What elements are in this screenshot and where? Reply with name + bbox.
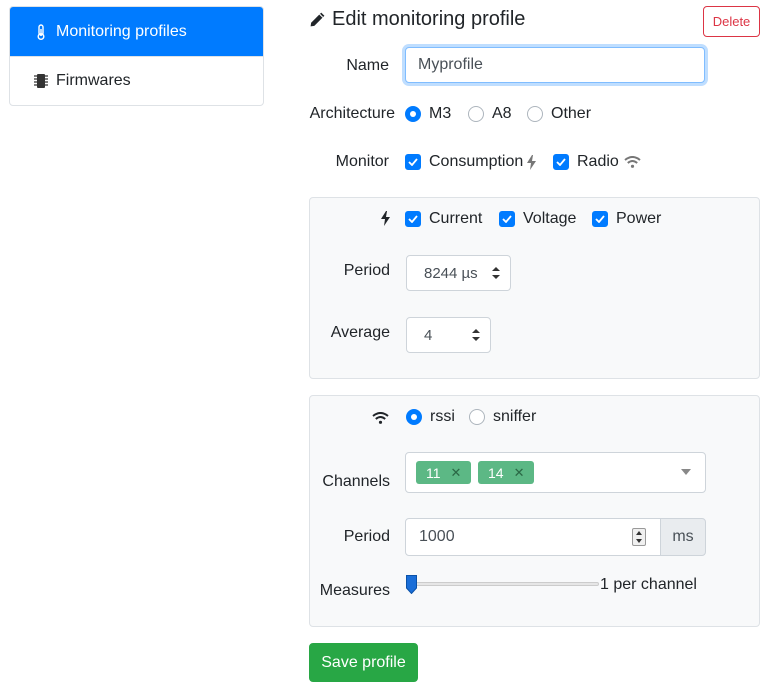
period-unit-addon: ms [660,518,706,556]
average-select[interactable]: 4 [406,317,491,353]
bolt-icon [381,211,390,231]
mode-radio-rssi[interactable]: rssi [406,408,455,426]
checkbox-label: Power [616,210,662,227]
checkbox[interactable] [405,211,421,227]
wifi-icon [624,156,641,168]
radio-button[interactable] [405,106,421,122]
monitor-radio-checkbox[interactable]: Radio [553,153,641,171]
checkbox-label: Consumption [429,153,524,170]
channel-tag-label: 14 [488,464,504,481]
select-arrows-icon [492,266,500,284]
radio-label: A8 [492,105,512,122]
radio-label: M3 [429,105,452,122]
architecture-label: Architecture [309,105,395,122]
checkbox[interactable] [405,154,421,170]
remove-tag-icon[interactable]: ✕ [451,465,462,481]
wifi-icon [372,411,389,429]
pencil-icon [309,11,326,28]
measures-value: 1 per channel [600,576,697,593]
radio-label: rssi [430,408,455,425]
sidebar-item-label: Monitoring profiles [56,22,187,40]
architecture-radio-other[interactable]: Other [527,105,591,123]
radio-label: Other [551,105,592,122]
radio-label: sniffer [493,408,537,425]
select-value: 4 [424,326,433,344]
radio-period-input[interactable]: 1000 [405,518,661,556]
architecture-radio-a8[interactable]: A8 [468,105,512,123]
sidebar-item-firmwares[interactable]: Firmwares [10,56,263,105]
radio-button[interactable] [527,106,543,122]
checkbox-label: Current [429,210,483,227]
monitor-label: Monitor [335,153,389,170]
checkbox[interactable] [592,211,608,227]
checkbox-label: Radio [577,153,619,170]
sidebar: Monitoring profiles Firmwares [9,6,264,106]
sidebar-item-label: Firmwares [56,72,131,89]
channel-tag: 11 ✕ [416,461,472,484]
slider-thumb[interactable] [406,575,417,595]
select-arrows-icon [472,328,480,346]
channels-multiselect[interactable]: 11 ✕ 14 ✕ [405,452,706,493]
consumption-period-label: Period [343,262,390,279]
page-title-text: Edit monitoring profile [332,8,526,30]
checkbox[interactable] [553,154,569,170]
measures-slider-track[interactable] [409,582,599,586]
checkbox-label: Voltage [523,210,577,227]
channels-label: Channels [322,473,390,490]
input-value: 1000 [419,528,455,545]
channel-tag-label: 11 [426,464,441,481]
consumption-period-select[interactable]: 8244 µs [406,255,511,291]
radio-button[interactable] [469,409,485,425]
average-label: Average [330,324,390,341]
channel-tag: 14 ✕ [478,461,535,484]
thermometer-icon [32,23,50,40]
architecture-radio-m3[interactable]: M3 [405,105,451,123]
voltage-checkbox[interactable]: Voltage [499,210,576,228]
page-title: Edit monitoring profile [309,8,525,31]
name-input[interactable] [405,47,705,83]
spinner-icon[interactable] [632,528,646,546]
chip-icon [32,73,50,89]
radio-button[interactable] [406,409,422,425]
monitor-consumption-checkbox[interactable]: Consumption [405,153,537,171]
mode-radio-sniffer[interactable]: sniffer [469,408,536,426]
current-checkbox[interactable]: Current [405,210,482,228]
checkbox[interactable] [499,211,515,227]
select-value: 8244 µs [424,264,478,282]
bolt-icon [527,154,537,170]
radio-period-label: Period [343,528,390,545]
sidebar-item-monitoring-profiles[interactable]: Monitoring profiles [10,7,263,56]
chevron-down-icon[interactable] [681,469,691,475]
remove-tag-icon[interactable]: ✕ [514,465,525,481]
radio-button[interactable] [468,106,484,122]
save-profile-button[interactable]: Save profile [309,643,418,682]
name-label: Name [346,57,389,74]
delete-button[interactable]: Delete [703,6,760,37]
power-checkbox[interactable]: Power [592,210,661,228]
measures-label: Measures [319,582,390,599]
